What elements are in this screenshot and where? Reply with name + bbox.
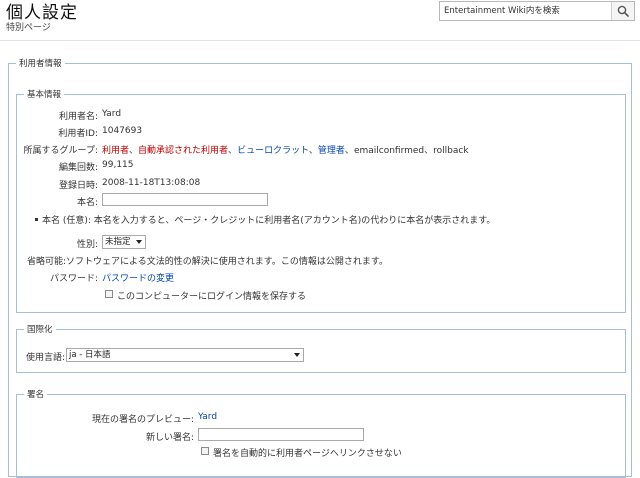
page-subtitle: 特別ページ	[6, 23, 51, 33]
signature-preview-link[interactable]: Yard	[198, 412, 217, 422]
search-button[interactable]	[611, 2, 634, 20]
group-link-sysop[interactable]: 管理者	[318, 146, 345, 156]
language-select[interactable]: ja - 日本語	[66, 348, 304, 362]
groups-rest: emailconfirmed、rollback	[353, 146, 469, 156]
new-signature-label: 新しい署名:	[145, 433, 194, 443]
group-separator: 、	[308, 146, 318, 156]
signature-legend: 署名	[27, 390, 45, 400]
group-link-user[interactable]: 利用者	[102, 146, 129, 156]
new-signature-input[interactable]	[198, 428, 364, 441]
search-icon	[617, 5, 629, 17]
chevron-down-icon	[136, 240, 142, 244]
group-link-bureaucrat[interactable]: ビューロクラット	[237, 146, 309, 156]
registered-value: 2008-11-18T13:08:08	[102, 178, 201, 188]
page-header: 個人設定 特別ページ	[0, 0, 640, 41]
bullet-icon	[35, 218, 38, 221]
group-separator: 、	[344, 146, 354, 156]
gender-label: 性別:	[76, 240, 98, 250]
password-label: パスワード:	[49, 274, 98, 284]
user-info-legend: 利用者情報	[19, 59, 62, 69]
groups-value: 利用者、自動承認された利用者、ビューロクラット、管理者、emailconfirm…	[102, 143, 469, 156]
group-separator: 、	[228, 146, 238, 156]
search-input[interactable]	[440, 2, 608, 20]
userid-value: 1047693	[102, 126, 143, 136]
group-separator: 、	[129, 146, 139, 156]
realname-input[interactable]	[102, 193, 268, 206]
gender-note: 省略可能:ソフトウェアによる文法的性の解決に使用されます。この情報は公開されます…	[27, 257, 388, 267]
registered-label: 登録日時:	[58, 181, 98, 191]
search-box	[439, 1, 635, 21]
signature-nolink-checkbox[interactable]	[201, 447, 209, 455]
username-value: Yard	[102, 109, 122, 119]
chevron-down-icon	[294, 353, 300, 357]
signature-nolink-label: 署名を自動的に利用者ページへリンクさせない	[213, 449, 402, 459]
gender-select-value: 未指定	[105, 237, 131, 247]
realname-note: 本名 (任意): 本名を入力すると、ページ・クレジットに利用者名(アカウント名)…	[42, 216, 496, 226]
editcount-label: 編集回数:	[58, 163, 98, 173]
group-link-autoconfirmed[interactable]: 自動承認された利用者	[138, 146, 228, 156]
language-select-value: ja - 日本語	[69, 350, 111, 360]
groups-label: 所属するグループ:	[23, 146, 99, 156]
signature-preview-label: 現在の署名のプレビュー:	[91, 415, 194, 425]
basic-info-legend: 基本情報	[27, 90, 62, 100]
remember-label: このコンピューターにログイン情報を保存する	[117, 292, 307, 302]
editcount-value: 99,115	[102, 160, 134, 170]
language-label: 使用言語:	[26, 353, 66, 363]
remember-checkbox[interactable]	[105, 290, 113, 298]
realname-label: 本名:	[76, 198, 98, 208]
userid-label: 利用者ID:	[58, 129, 98, 139]
change-password-link[interactable]: パスワードの変更	[102, 271, 174, 284]
username-label: 利用者名:	[58, 112, 98, 122]
gender-select[interactable]: 未指定	[102, 235, 146, 249]
i18n-legend: 国際化	[27, 325, 53, 335]
